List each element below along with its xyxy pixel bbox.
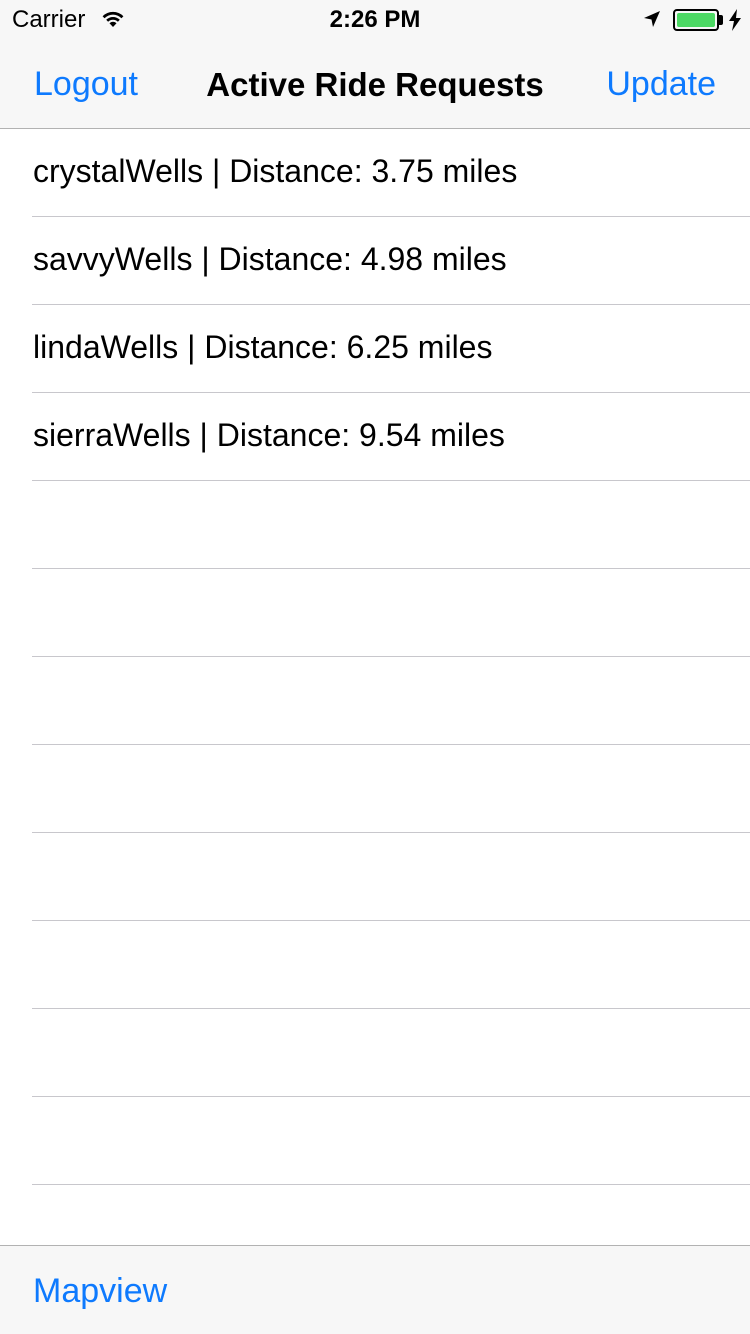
table-row[interactable]: sierraWells | Distance: 9.54 miles — [0, 393, 750, 481]
table-row[interactable]: savvyWells | Distance: 4.98 miles — [0, 217, 750, 305]
row-label: lindaWells | Distance: 6.25 miles — [33, 329, 493, 365]
table-row[interactable] — [0, 1009, 750, 1097]
battery-tip — [719, 15, 723, 25]
row-label: sierraWells | Distance: 9.54 miles — [33, 417, 505, 453]
row-label: savvyWells | Distance: 4.98 miles — [33, 241, 507, 277]
status-time: 2:26 PM — [329, 6, 421, 33]
bottom-toolbar: Mapview — [0, 1245, 750, 1334]
ride-requests-table[interactable]: crystalWells | Distance: 3.75 miles savv… — [0, 129, 750, 1244]
navigation-bar: Logout Active Ride Requests Update — [0, 40, 750, 128]
status-bar: Carrier 2:26 PM — [0, 0, 750, 40]
table-row[interactable] — [0, 569, 750, 657]
row-label: crystalWells | Distance: 3.75 miles — [33, 153, 518, 189]
table-row[interactable] — [0, 833, 750, 921]
table-row[interactable] — [0, 1185, 750, 1244]
battery-icon — [673, 9, 719, 31]
location-arrow-icon — [642, 9, 662, 34]
table-row[interactable] — [0, 745, 750, 833]
table-row[interactable] — [0, 481, 750, 569]
table-row[interactable] — [0, 657, 750, 745]
table-row[interactable]: crystalWells | Distance: 3.75 miles — [0, 129, 750, 217]
charging-bolt-icon — [728, 8, 742, 37]
table-row[interactable] — [0, 921, 750, 1009]
battery-level — [677, 13, 715, 27]
top-bars: Carrier 2:26 PM Logout Active Ride Reque… — [0, 0, 750, 129]
update-button[interactable]: Update — [606, 65, 716, 104]
table-row[interactable]: lindaWells | Distance: 6.25 miles — [0, 305, 750, 393]
table-row[interactable] — [0, 1097, 750, 1185]
mapview-button[interactable]: Mapview — [33, 1272, 167, 1311]
